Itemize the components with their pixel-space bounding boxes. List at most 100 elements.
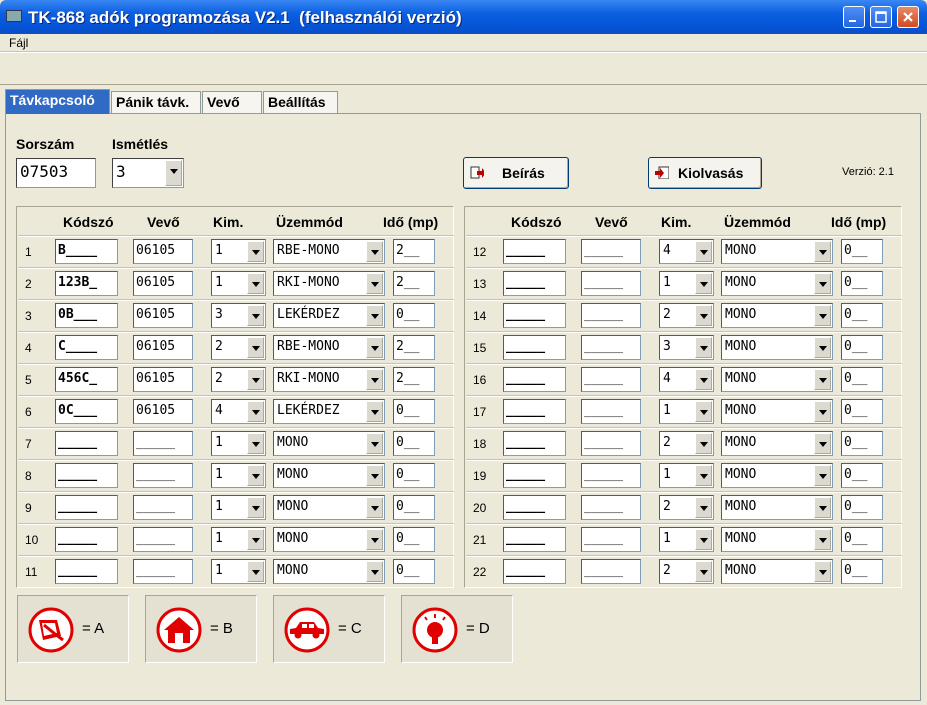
uzemmod-select[interactable]: RBE-MONO bbox=[273, 335, 385, 360]
chevron-down-icon[interactable] bbox=[366, 497, 383, 518]
uzemmod-select[interactable]: MONO bbox=[273, 527, 385, 552]
vevo-input[interactable]: 06105 bbox=[133, 239, 193, 264]
read-button[interactable]: Kiolvasás bbox=[648, 157, 762, 189]
ido-input[interactable]: 0__ bbox=[841, 271, 883, 296]
kim-select[interactable]: 1 bbox=[211, 431, 266, 456]
kodszo-input[interactable]: _____ bbox=[503, 271, 566, 296]
kim-select[interactable]: 2 bbox=[659, 495, 714, 520]
uzemmod-select[interactable]: MONO bbox=[721, 367, 833, 392]
vevo-input[interactable]: _____ bbox=[581, 335, 641, 360]
app-icon[interactable] bbox=[6, 10, 22, 22]
kim-select[interactable]: 2 bbox=[659, 559, 714, 584]
ido-input[interactable]: 0__ bbox=[841, 399, 883, 424]
kodszo-input[interactable]: _____ bbox=[503, 527, 566, 552]
chevron-down-icon[interactable] bbox=[247, 241, 264, 262]
chevron-down-icon[interactable] bbox=[366, 465, 383, 486]
chevron-down-icon[interactable] bbox=[366, 305, 383, 326]
vevo-input[interactable]: _____ bbox=[133, 463, 193, 488]
vevo-input[interactable]: _____ bbox=[581, 239, 641, 264]
chevron-down-icon[interactable] bbox=[695, 465, 712, 486]
ido-input[interactable]: 0__ bbox=[841, 335, 883, 360]
vevo-input[interactable]: _____ bbox=[581, 495, 641, 520]
chevron-down-icon[interactable] bbox=[814, 433, 831, 454]
uzemmod-select[interactable]: LEKÉRDEZ bbox=[273, 303, 385, 328]
chevron-down-icon[interactable] bbox=[695, 369, 712, 390]
kodszo-input[interactable]: _____ bbox=[503, 239, 566, 264]
uzemmod-select[interactable]: MONO bbox=[721, 559, 833, 584]
vevo-input[interactable]: _____ bbox=[581, 271, 641, 296]
kodszo-input[interactable]: _____ bbox=[503, 367, 566, 392]
chevron-down-icon[interactable] bbox=[814, 369, 831, 390]
chevron-down-icon[interactable] bbox=[695, 561, 712, 582]
kodszo-input[interactable]: 0B___ bbox=[55, 303, 118, 328]
kodszo-input[interactable]: _____ bbox=[503, 399, 566, 424]
vevo-input[interactable]: _____ bbox=[581, 303, 641, 328]
chevron-down-icon[interactable] bbox=[695, 241, 712, 262]
chevron-down-icon[interactable] bbox=[695, 401, 712, 422]
uzemmod-select[interactable]: MONO bbox=[721, 399, 833, 424]
kim-select[interactable]: 2 bbox=[211, 367, 266, 392]
uzemmod-select[interactable]: MONO bbox=[273, 559, 385, 584]
uzemmod-select[interactable]: MONO bbox=[721, 335, 833, 360]
vevo-input[interactable]: _____ bbox=[133, 559, 193, 584]
kodszo-input[interactable]: _____ bbox=[503, 303, 566, 328]
kim-select[interactable]: 1 bbox=[659, 271, 714, 296]
ido-input[interactable]: 0__ bbox=[841, 367, 883, 392]
chevron-down-icon[interactable] bbox=[247, 369, 264, 390]
ido-input[interactable]: 2__ bbox=[393, 239, 435, 264]
ido-input[interactable]: 0__ bbox=[393, 303, 435, 328]
ido-input[interactable]: 0__ bbox=[841, 559, 883, 584]
vevo-input[interactable]: _____ bbox=[581, 399, 641, 424]
ido-input[interactable]: 0__ bbox=[393, 527, 435, 552]
kodszo-input[interactable]: _____ bbox=[55, 559, 118, 584]
vevo-input[interactable]: _____ bbox=[581, 527, 641, 552]
kodszo-input[interactable]: _____ bbox=[55, 431, 118, 456]
kim-select[interactable]: 1 bbox=[211, 271, 266, 296]
ido-input[interactable]: 0__ bbox=[841, 431, 883, 456]
uzemmod-select[interactable]: LEKÉRDEZ bbox=[273, 399, 385, 424]
chevron-down-icon[interactable] bbox=[695, 305, 712, 326]
chevron-down-icon[interactable] bbox=[366, 241, 383, 262]
uzemmod-select[interactable]: RKI-MONO bbox=[273, 271, 385, 296]
chevron-down-icon[interactable] bbox=[366, 401, 383, 422]
kim-select[interactable]: 4 bbox=[659, 239, 714, 264]
uzemmod-select[interactable]: MONO bbox=[721, 271, 833, 296]
uzemmod-select[interactable]: MONO bbox=[721, 463, 833, 488]
chevron-down-icon[interactable] bbox=[695, 529, 712, 550]
kodszo-input[interactable]: 0C___ bbox=[55, 399, 118, 424]
chevron-down-icon[interactable] bbox=[695, 273, 712, 294]
kodszo-input[interactable]: _____ bbox=[503, 335, 566, 360]
menu-file[interactable]: Fájl bbox=[9, 36, 28, 50]
vevo-input[interactable]: _____ bbox=[581, 559, 641, 584]
tab-vevo[interactable]: Vevő bbox=[202, 91, 262, 113]
chevron-down-icon[interactable] bbox=[366, 369, 383, 390]
kodszo-input[interactable]: _____ bbox=[503, 495, 566, 520]
chevron-down-icon[interactable] bbox=[814, 497, 831, 518]
ido-input[interactable]: 0__ bbox=[841, 303, 883, 328]
chevron-down-icon[interactable] bbox=[247, 561, 264, 582]
chevron-down-icon[interactable] bbox=[366, 273, 383, 294]
chevron-down-icon[interactable] bbox=[366, 433, 383, 454]
chevron-down-icon[interactable] bbox=[814, 561, 831, 582]
uzemmod-select[interactable]: MONO bbox=[721, 303, 833, 328]
minimize-button[interactable] bbox=[843, 6, 865, 28]
close-button[interactable] bbox=[897, 6, 919, 28]
vevo-input[interactable]: _____ bbox=[133, 527, 193, 552]
chevron-down-icon[interactable] bbox=[814, 401, 831, 422]
uzemmod-select[interactable]: MONO bbox=[721, 527, 833, 552]
kim-select[interactable]: 3 bbox=[211, 303, 266, 328]
chevron-down-icon[interactable] bbox=[695, 433, 712, 454]
vevo-input[interactable]: _____ bbox=[581, 431, 641, 456]
uzemmod-select[interactable]: MONO bbox=[721, 239, 833, 264]
chevron-down-icon[interactable] bbox=[247, 305, 264, 326]
kodszo-input[interactable]: _____ bbox=[503, 463, 566, 488]
ido-input[interactable]: 0__ bbox=[841, 463, 883, 488]
title-bar[interactable]: TK-868 adók programozása V2.1 (felhaszná… bbox=[0, 0, 927, 34]
kim-select[interactable]: 2 bbox=[211, 335, 266, 360]
chevron-down-icon[interactable] bbox=[247, 433, 264, 454]
ido-input[interactable]: 0__ bbox=[841, 239, 883, 264]
vevo-input[interactable]: 06105 bbox=[133, 303, 193, 328]
chevron-down-icon[interactable] bbox=[247, 273, 264, 294]
repeat-select[interactable]: 3 bbox=[112, 158, 184, 188]
kodszo-input[interactable]: _____ bbox=[503, 431, 566, 456]
